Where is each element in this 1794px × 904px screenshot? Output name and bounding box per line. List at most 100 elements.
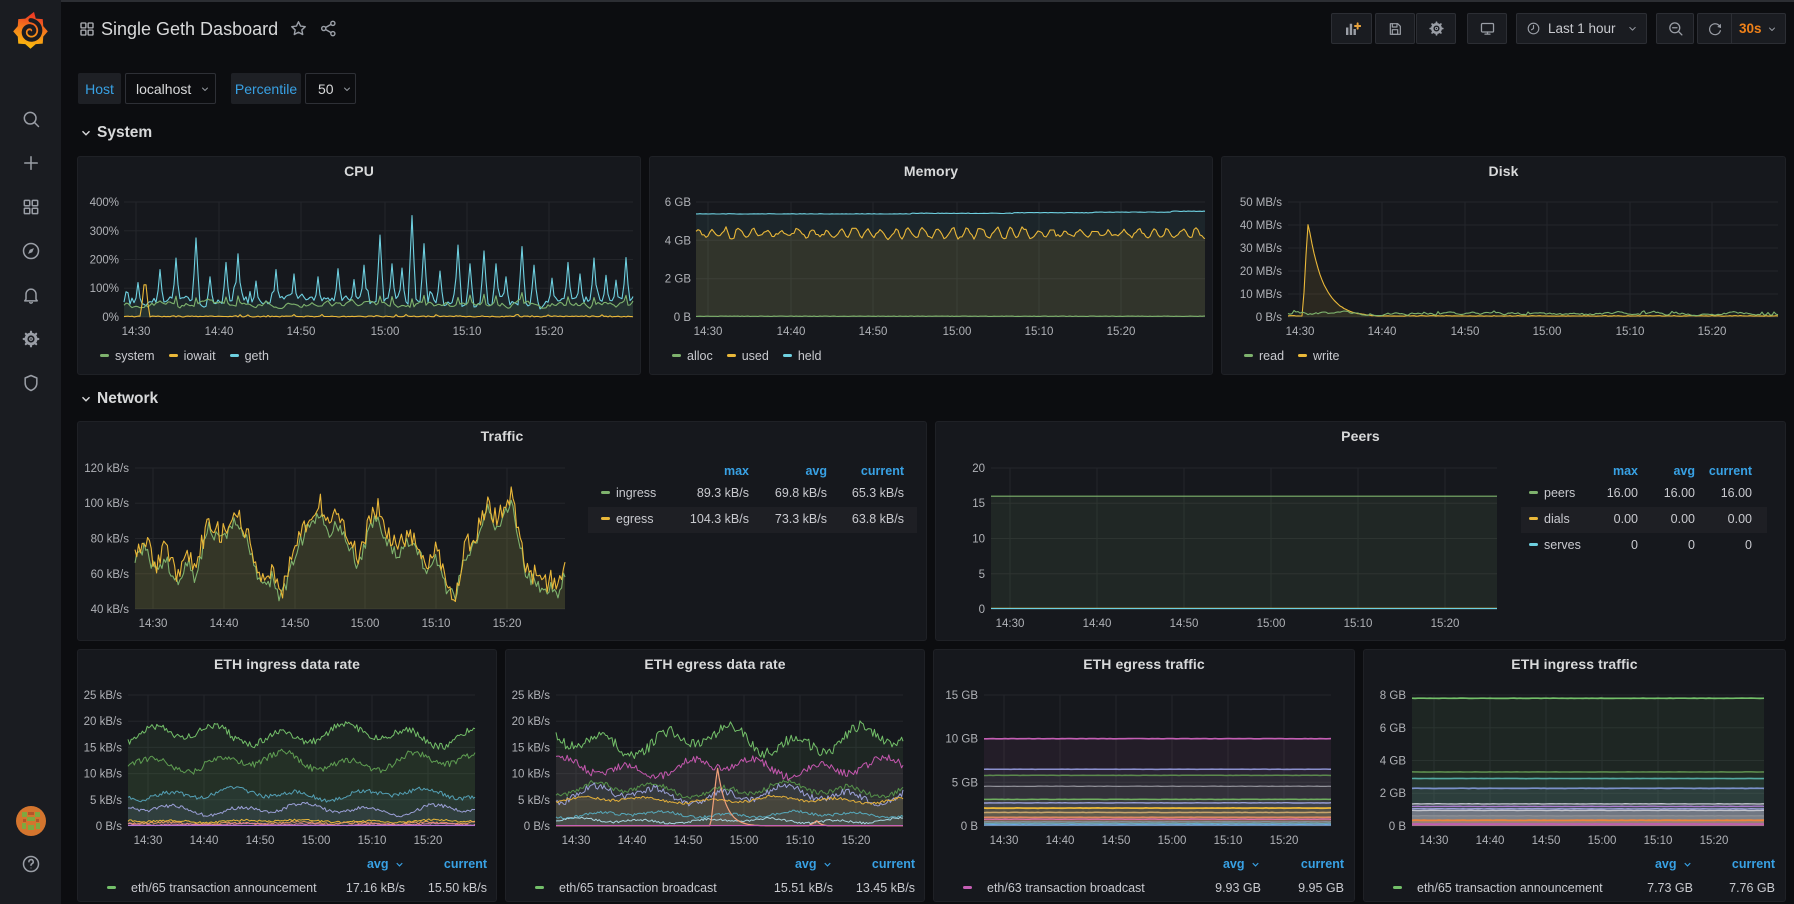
svg-text:2 GB: 2 GB	[665, 274, 692, 286]
svg-text:4 GB: 4 GB	[665, 235, 692, 247]
svg-text:0: 0	[979, 604, 985, 616]
svg-text:14:40: 14:40	[1476, 835, 1505, 847]
svg-text:15:20: 15:20	[493, 618, 522, 630]
svg-text:15:00: 15:00	[1158, 835, 1187, 847]
svg-text:50 MB/s: 50 MB/s	[1240, 197, 1282, 209]
svg-text:0 B/s: 0 B/s	[96, 821, 122, 833]
svg-text:0 B: 0 B	[1389, 821, 1407, 833]
svg-text:14:40: 14:40	[1368, 326, 1397, 338]
svg-text:14:50: 14:50	[1451, 326, 1480, 338]
svg-text:4 GB: 4 GB	[1380, 756, 1407, 768]
svg-text:14:50: 14:50	[859, 326, 888, 338]
svg-text:6 GB: 6 GB	[1380, 723, 1407, 735]
svg-text:15:20: 15:20	[535, 326, 564, 338]
svg-text:5: 5	[979, 569, 985, 581]
svg-text:14:40: 14:40	[1083, 618, 1112, 630]
svg-text:0 B/s: 0 B/s	[1256, 312, 1282, 324]
svg-text:15:00: 15:00	[1588, 835, 1617, 847]
svg-text:20 kB/s: 20 kB/s	[84, 716, 123, 728]
svg-text:0 B: 0 B	[961, 821, 979, 833]
svg-text:15:20: 15:20	[1270, 835, 1299, 847]
svg-text:20: 20	[972, 463, 985, 475]
svg-text:14:30: 14:30	[694, 326, 723, 338]
svg-text:14:50: 14:50	[1102, 835, 1131, 847]
svg-text:14:40: 14:40	[1046, 835, 1075, 847]
svg-text:200%: 200%	[90, 255, 119, 267]
svg-text:14:30: 14:30	[996, 618, 1025, 630]
svg-text:60 kB/s: 60 kB/s	[91, 569, 130, 581]
svg-text:15:00: 15:00	[943, 326, 972, 338]
svg-text:15:10: 15:10	[1025, 326, 1054, 338]
svg-text:20 MB/s: 20 MB/s	[1240, 266, 1282, 278]
svg-text:10: 10	[972, 534, 985, 546]
svg-text:5 kB/s: 5 kB/s	[90, 795, 122, 807]
svg-text:15:00: 15:00	[730, 835, 759, 847]
svg-text:14:30: 14:30	[1420, 835, 1449, 847]
svg-text:14:50: 14:50	[1532, 835, 1561, 847]
svg-text:15:00: 15:00	[351, 618, 380, 630]
svg-text:15:20: 15:20	[842, 835, 871, 847]
svg-text:14:40: 14:40	[205, 326, 234, 338]
svg-text:15:00: 15:00	[371, 326, 400, 338]
svg-text:2 GB: 2 GB	[1380, 788, 1407, 800]
svg-text:14:30: 14:30	[122, 326, 151, 338]
svg-text:14:30: 14:30	[134, 835, 163, 847]
svg-text:14:30: 14:30	[990, 835, 1019, 847]
svg-text:15:10: 15:10	[1214, 835, 1243, 847]
svg-text:14:50: 14:50	[287, 326, 316, 338]
svg-text:5 GB: 5 GB	[952, 777, 979, 789]
svg-text:15:10: 15:10	[422, 618, 451, 630]
svg-text:80 kB/s: 80 kB/s	[91, 534, 130, 546]
svg-text:0%: 0%	[102, 312, 119, 324]
svg-text:15:10: 15:10	[453, 326, 482, 338]
svg-text:15:20: 15:20	[1431, 618, 1460, 630]
svg-text:25 kB/s: 25 kB/s	[84, 690, 123, 702]
svg-text:15:00: 15:00	[1257, 618, 1286, 630]
svg-text:14:40: 14:40	[190, 835, 219, 847]
svg-text:14:50: 14:50	[281, 618, 310, 630]
svg-text:15:10: 15:10	[358, 835, 387, 847]
svg-text:14:50: 14:50	[1170, 618, 1199, 630]
svg-text:14:40: 14:40	[777, 326, 806, 338]
svg-text:15:20: 15:20	[1698, 326, 1727, 338]
svg-text:15:00: 15:00	[1533, 326, 1562, 338]
svg-text:15: 15	[972, 498, 985, 510]
svg-text:14:40: 14:40	[210, 618, 239, 630]
svg-text:8 GB: 8 GB	[1380, 690, 1407, 702]
svg-text:40 kB/s: 40 kB/s	[91, 604, 130, 616]
svg-text:14:40: 14:40	[618, 835, 647, 847]
svg-text:14:30: 14:30	[1286, 326, 1315, 338]
svg-text:10 kB/s: 10 kB/s	[84, 769, 123, 781]
svg-text:15:20: 15:20	[414, 835, 443, 847]
svg-text:15:10: 15:10	[786, 835, 815, 847]
svg-text:0 B/s: 0 B/s	[524, 821, 550, 833]
svg-text:5 kB/s: 5 kB/s	[518, 795, 550, 807]
svg-text:400%: 400%	[90, 197, 119, 209]
svg-text:10 kB/s: 10 kB/s	[512, 769, 551, 781]
svg-text:10 MB/s: 10 MB/s	[1240, 289, 1282, 301]
svg-text:14:50: 14:50	[246, 835, 275, 847]
svg-text:15:10: 15:10	[1644, 835, 1673, 847]
svg-text:100 kB/s: 100 kB/s	[84, 498, 129, 510]
svg-text:100%: 100%	[90, 283, 119, 295]
svg-text:15:10: 15:10	[1616, 326, 1645, 338]
svg-text:40 MB/s: 40 MB/s	[1240, 220, 1282, 232]
svg-text:14:50: 14:50	[674, 835, 703, 847]
svg-text:15 kB/s: 15 kB/s	[512, 742, 551, 754]
svg-text:14:30: 14:30	[139, 618, 168, 630]
svg-text:300%: 300%	[90, 226, 119, 238]
svg-text:15:20: 15:20	[1107, 326, 1136, 338]
svg-text:6 GB: 6 GB	[665, 197, 692, 209]
svg-text:15:20: 15:20	[1700, 835, 1729, 847]
svg-text:15:00: 15:00	[302, 835, 331, 847]
svg-text:15:10: 15:10	[1344, 618, 1373, 630]
svg-text:15 GB: 15 GB	[945, 690, 978, 702]
svg-text:0 B: 0 B	[674, 312, 692, 324]
svg-text:14:30: 14:30	[562, 835, 591, 847]
svg-text:20 kB/s: 20 kB/s	[512, 716, 551, 728]
svg-text:30 MB/s: 30 MB/s	[1240, 243, 1282, 255]
svg-text:10 GB: 10 GB	[945, 734, 978, 746]
svg-text:15 kB/s: 15 kB/s	[84, 742, 123, 754]
svg-text:25 kB/s: 25 kB/s	[512, 690, 551, 702]
svg-text:120 kB/s: 120 kB/s	[84, 463, 129, 475]
